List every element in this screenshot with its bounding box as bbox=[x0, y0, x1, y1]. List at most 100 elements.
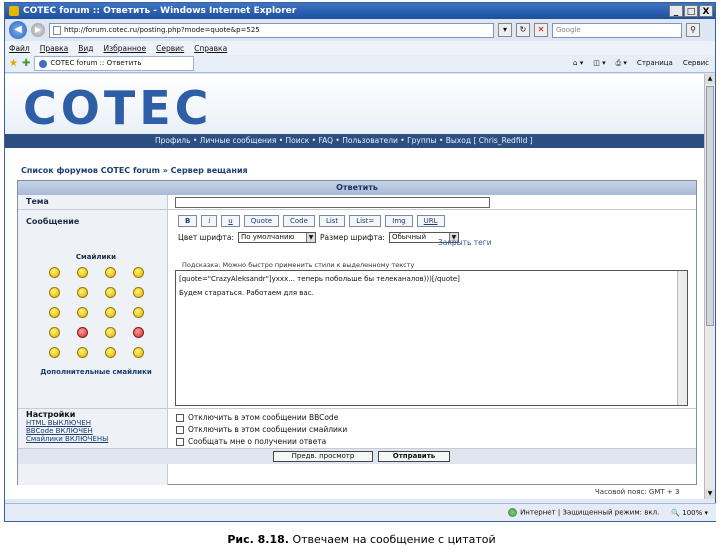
bbcode-toolbar: B i u Quote Code List List= Img URL bbox=[178, 215, 445, 227]
option-label: Сообщать мне о получении ответа bbox=[188, 437, 327, 446]
address-bar: ◀ ▶ http://forum.cotec.ru/posting.php?mo… bbox=[5, 19, 715, 41]
font-color-select[interactable]: По умолчанию ▼ bbox=[238, 232, 317, 243]
textarea-scrollbar[interactable] bbox=[677, 271, 687, 405]
tab-label: COTEC forum :: Ответить bbox=[50, 59, 142, 67]
smiley-icon[interactable] bbox=[48, 347, 60, 358]
checkbox[interactable] bbox=[176, 413, 184, 422]
tab-current[interactable]: COTEC forum :: Ответить bbox=[34, 56, 195, 71]
submit-button[interactable]: Отправить bbox=[378, 451, 450, 462]
checkbox[interactable] bbox=[176, 425, 184, 434]
smiley-icon[interactable] bbox=[76, 327, 88, 338]
page-icon bbox=[53, 25, 61, 35]
hint-text: Подсказка: Можно быстро применить стили … bbox=[182, 261, 415, 269]
feeds-icon[interactable]: ◫ ▾ bbox=[593, 59, 605, 68]
figure-caption: Рис. 8.18. Отвечаем на сообщение с цитат… bbox=[0, 533, 723, 546]
breadcrumb[interactable]: Список форумов COTEC forum » Сервер веща… bbox=[21, 166, 248, 175]
smiley-icon[interactable] bbox=[104, 307, 116, 318]
site-nav[interactable]: Профиль • Личные сообщения • Поиск • FAQ… bbox=[5, 134, 705, 148]
site-logo: COTEC bbox=[23, 81, 213, 135]
checkbox[interactable] bbox=[176, 437, 184, 446]
caption-label: Рис. 8.18. bbox=[227, 533, 289, 546]
search-icon[interactable]: ⚲ bbox=[686, 23, 700, 37]
disable-smilies-option[interactable]: Отключить в этом сообщении смайлики bbox=[176, 425, 347, 434]
smiley-icon[interactable] bbox=[76, 307, 88, 318]
option-label: Отключить в этом сообщении смайлики bbox=[188, 425, 348, 434]
bbcode-status[interactable]: BBCode ВКЛЮЧЕН bbox=[26, 427, 93, 435]
smiley-icon[interactable] bbox=[132, 327, 144, 338]
add-favorites-icon[interactable]: ✚ bbox=[22, 58, 30, 69]
scroll-thumb[interactable] bbox=[706, 86, 714, 326]
message-textarea[interactable]: [quote="CrazyAleksandr"]уххх... теперь п… bbox=[175, 270, 688, 406]
smiley-icon[interactable] bbox=[132, 347, 144, 358]
font-size-value: Обычный bbox=[391, 233, 427, 241]
smiley-icon[interactable] bbox=[104, 267, 116, 278]
smiley-icon[interactable] bbox=[76, 347, 88, 358]
close-tags-link[interactable]: Закрыть теги bbox=[438, 238, 492, 247]
menu-favorites[interactable]: Избранное bbox=[104, 44, 147, 53]
preview-button[interactable]: Предв. просмотр bbox=[273, 451, 373, 462]
menu-edit[interactable]: Правка bbox=[40, 44, 69, 53]
stop-icon[interactable]: ✕ bbox=[534, 23, 548, 37]
smiley-icon[interactable] bbox=[76, 267, 88, 278]
notify-reply-option[interactable]: Сообщать мне о получении ответа bbox=[176, 437, 326, 446]
smiley-icon[interactable] bbox=[132, 287, 144, 298]
close-button[interactable]: X bbox=[699, 5, 713, 17]
timezone-text: Часовой пояс: GMT + 3 bbox=[595, 488, 680, 496]
smiley-icon[interactable] bbox=[104, 287, 116, 298]
search-input[interactable]: Google bbox=[552, 22, 682, 38]
maximize-button[interactable]: □ bbox=[684, 5, 698, 17]
form-title: Ответить bbox=[18, 181, 696, 195]
smiley-icon[interactable] bbox=[48, 327, 60, 338]
menu-help[interactable]: Справка bbox=[194, 44, 227, 53]
more-smilies-link[interactable]: Дополнительные смайлики bbox=[36, 368, 156, 377]
italic-button[interactable]: i bbox=[201, 215, 218, 227]
disable-bbcode-option[interactable]: Отключить в этом сообщении BBCode bbox=[176, 413, 338, 422]
code-button[interactable]: Code bbox=[283, 215, 315, 227]
bold-button[interactable]: B bbox=[178, 215, 198, 227]
settings-title: Настройки bbox=[26, 410, 76, 419]
html-status[interactable]: HTML ВЫКЛЮЧЕН bbox=[26, 419, 91, 427]
list-button[interactable]: List bbox=[318, 215, 346, 227]
smilies-status[interactable]: Смайлики ВКЛЮЧЕНЫ bbox=[26, 435, 108, 443]
app-icon bbox=[9, 6, 19, 16]
smilies-title: Смайлики bbox=[75, 253, 117, 261]
print-icon[interactable]: ⎙ ▾ bbox=[616, 59, 627, 68]
font-color-label: Цвет шрифта: bbox=[178, 233, 235, 242]
zoom-level[interactable]: 🔍 100% ▾ bbox=[671, 509, 708, 517]
tools-menu[interactable]: Сервис bbox=[683, 59, 709, 68]
smiley-icon[interactable] bbox=[104, 347, 116, 358]
scroll-up-icon[interactable]: ▲ bbox=[705, 74, 715, 84]
font-options: Цвет шрифта: По умолчанию ▼ Размер шрифт… bbox=[178, 232, 459, 243]
ordered-list-button[interactable]: List= bbox=[349, 215, 382, 227]
tab-favicon-icon bbox=[39, 59, 48, 68]
page-scrollbar[interactable]: ▲ ▼ bbox=[704, 74, 715, 499]
smiley-icon[interactable] bbox=[76, 287, 88, 298]
home-icon[interactable]: ⌂ ▾ bbox=[573, 59, 583, 68]
minimize-button[interactable]: _ bbox=[669, 5, 683, 17]
url-button[interactable]: URL bbox=[416, 215, 445, 227]
back-arrow-icon[interactable]: ◀ bbox=[9, 21, 27, 39]
smiley-icon[interactable] bbox=[132, 267, 144, 278]
smiley-icon[interactable] bbox=[48, 267, 60, 278]
smiley-icon[interactable] bbox=[132, 307, 144, 318]
command-bar: ⌂ ▾ ◫ ▾ ⎙ ▾ Страница Сервис bbox=[573, 59, 715, 68]
favorites-star-icon[interactable]: ★ bbox=[9, 58, 18, 69]
refresh-icon[interactable]: ↻ bbox=[516, 23, 530, 37]
scroll-down-icon[interactable]: ▼ bbox=[705, 489, 715, 499]
quote-button[interactable]: Quote bbox=[243, 215, 280, 227]
underline-button[interactable]: u bbox=[221, 215, 240, 227]
img-button[interactable]: Img bbox=[385, 215, 413, 227]
menu-file[interactable]: Файл bbox=[9, 44, 30, 53]
dropdown-arrow-icon[interactable]: ▾ bbox=[498, 23, 512, 37]
url-field[interactable]: http://forum.cotec.ru/posting.php?mode=q… bbox=[49, 22, 494, 38]
page-menu[interactable]: Страница bbox=[637, 59, 673, 68]
menu-tools[interactable]: Сервис bbox=[156, 44, 184, 53]
menu-view[interactable]: Вид bbox=[78, 44, 93, 53]
smiley-icon[interactable] bbox=[104, 327, 116, 338]
smiley-icon[interactable] bbox=[48, 307, 60, 318]
message-line-reply: Будем стараться. Работаем для вас. bbox=[179, 289, 314, 297]
topic-input[interactable] bbox=[175, 197, 490, 208]
smiley-icon[interactable] bbox=[48, 287, 60, 298]
topic-row bbox=[18, 195, 696, 210]
forward-arrow-icon[interactable]: ▶ bbox=[31, 23, 45, 37]
